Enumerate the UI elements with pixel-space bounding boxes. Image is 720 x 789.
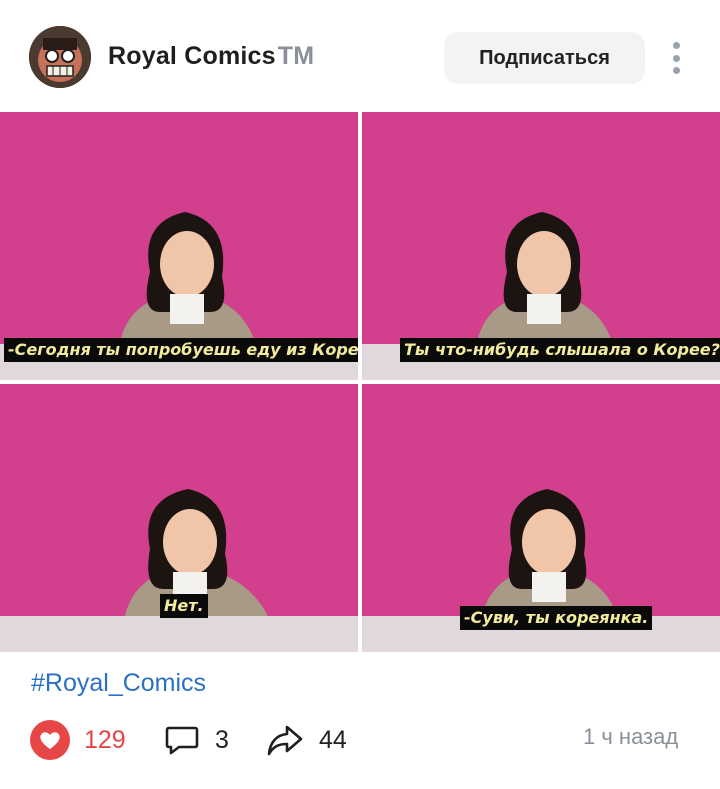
more-vertical-icon[interactable]: [662, 40, 690, 76]
like-button[interactable]: 129: [30, 712, 126, 768]
hashtag-link[interactable]: #Royal_Comics: [31, 669, 206, 698]
share-button[interactable]: 44: [265, 712, 347, 768]
post-actions: 129 3 44 1 ч назад: [0, 712, 720, 772]
comic-panel: Нет.: [0, 384, 358, 652]
subtitle-text: Нет.: [160, 594, 208, 618]
comment-icon: [165, 726, 199, 755]
post-header: Royal ComicsTM Подписаться: [0, 0, 720, 112]
like-count: 129: [84, 725, 126, 754]
comment-button[interactable]: 3: [163, 712, 229, 768]
heart-icon: [30, 720, 70, 760]
comic-panel: -Суви, ты кореянка.: [362, 384, 720, 652]
subtitle-text: -Сегодня ты попробуешь еду из Кореи.: [4, 338, 358, 362]
comment-count: 3: [215, 725, 229, 754]
comic-panel: -Сегодня ты попробуешь еду из Кореи.: [0, 112, 358, 380]
share-arrow-icon: [267, 725, 303, 756]
author-name-text: Royal Comics: [108, 42, 276, 70]
subtitle-text: -Суви, ты кореянка.: [460, 606, 653, 630]
author-avatar[interactable]: [29, 26, 91, 88]
author-name[interactable]: Royal ComicsTM: [108, 42, 314, 71]
comic-grid[interactable]: -Сегодня ты попробуешь еду из Кореи. Ты …: [0, 112, 720, 652]
share-count: 44: [319, 725, 347, 754]
subtitle-text: Ты что-нибудь слышала о Корее?: [400, 338, 720, 362]
subscribe-button[interactable]: Подписаться: [444, 32, 645, 84]
comic-panel: Ты что-нибудь слышала о Корее?: [362, 112, 720, 380]
post-time: 1 ч назад: [583, 724, 679, 749]
author-badge: TM: [277, 42, 315, 70]
